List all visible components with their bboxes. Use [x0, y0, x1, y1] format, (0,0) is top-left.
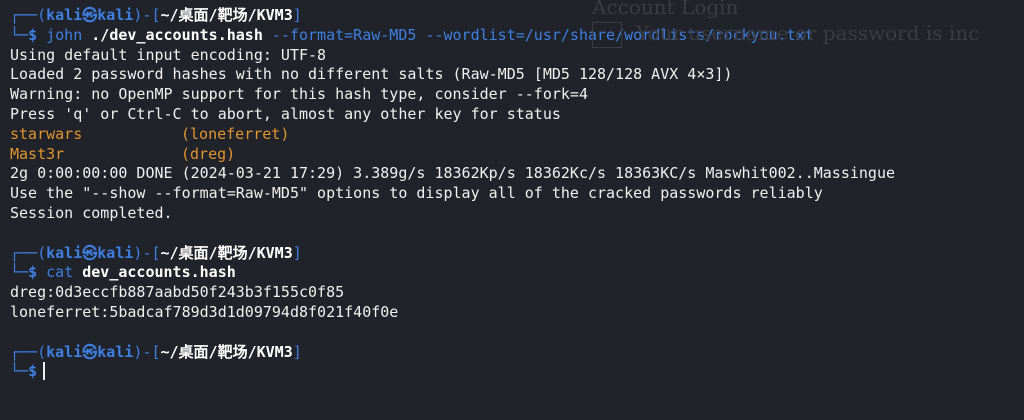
- cracked-password-line: Mast3r (dreg): [10, 145, 1024, 165]
- command-arg: --format=Raw-MD5: [271, 25, 417, 44]
- output-line: 2g 0:00:00:00 DONE (2024-03-21 17:29) 3.…: [10, 164, 896, 183]
- prompt-path: ~/桌面/靶场/KVM3: [160, 243, 293, 262]
- output-line: Press 'q' or Ctrl-C to abort, almost any…: [10, 104, 561, 123]
- output-line: Using default input encoding: UTF-8: [10, 45, 327, 64]
- prompt-corner: └─: [10, 263, 29, 282]
- cracked-username: (loneferret): [181, 124, 290, 143]
- prompt-open: ┌──(: [10, 243, 47, 262]
- command-arg: --wordlist=/usr/share/wordlists/rockyou.…: [425, 25, 814, 44]
- output-line: Loaded 2 password hashes with no differe…: [10, 65, 733, 84]
- prompt-corner: └─: [10, 362, 29, 381]
- prompt-dollar: $: [28, 25, 38, 44]
- cracked-password-line: starwars (loneferret): [10, 125, 1024, 145]
- prompt-path: ~/桌面/靶场/KVM3: [160, 6, 293, 24]
- prompt-dollar: $: [28, 263, 38, 282]
- prompt-mid: )-[: [133, 243, 161, 262]
- prompt-close: ]: [292, 342, 302, 361]
- text-cursor[interactable]: [43, 362, 46, 381]
- command-arg: dev_accounts.hash: [82, 263, 236, 282]
- command-line: └─$: [10, 362, 1024, 382]
- cracked-password: Mast3r: [10, 144, 65, 163]
- prompt-at-symbol: ㉿: [82, 6, 98, 24]
- command-line: └─$ cat dev_accounts.hash: [10, 263, 1024, 283]
- prompt-user: kali: [46, 243, 83, 262]
- output-line: loneferret:5badcaf789d3d1d09794d8f021f40…: [10, 302, 399, 321]
- output-line: Use the "--show --format=Raw-MD5" option…: [10, 184, 823, 203]
- prompt-host: kali: [97, 342, 134, 361]
- cracked-password: starwars: [10, 124, 83, 143]
- prompt-user: kali: [46, 342, 83, 361]
- command-line: └─$ john ./dev_accounts.hash --format=Ra…: [10, 26, 1024, 46]
- command-name: john: [46, 25, 83, 44]
- prompt-user: kali: [46, 6, 83, 24]
- prompt-path: ~/桌面/靶场/KVM3: [160, 342, 293, 361]
- prompt-open: ┌──(: [10, 342, 47, 361]
- prompt-host: kali: [97, 6, 134, 24]
- cracked-username: (dreg): [181, 144, 236, 163]
- prompt-open: ┌──(: [10, 6, 47, 24]
- output-line: dreg:0d3eccfb887aabd50f243b3f155c0f85: [10, 283, 345, 302]
- command-arg: ./dev_accounts.hash: [91, 25, 263, 44]
- prompt-header-line: ┌──(kali㉿kali)-[~/桌面/靶场/KVM3]: [10, 343, 1024, 363]
- output-line: Session completed.: [10, 203, 173, 222]
- output-line: Warning: no OpenMP support for this hash…: [10, 85, 588, 104]
- prompt-close: ]: [292, 6, 302, 24]
- prompt-header-line: ┌──(kali㉿kali)-[~/桌面/靶场/KVM3]: [10, 6, 1024, 26]
- prompt-at-symbol: ㉿: [82, 243, 98, 262]
- terminal-content: ┌──(kali㉿kali)-[~/桌面/靶场/KVM3] └─$ john ./…: [10, 6, 1024, 382]
- command-name: cat: [46, 263, 74, 282]
- prompt-host: kali: [97, 243, 134, 262]
- prompt-close: ]: [292, 243, 302, 262]
- prompt-mid: )-[: [133, 342, 161, 361]
- prompt-mid: )-[: [133, 6, 161, 24]
- prompt-corner: └─: [10, 25, 29, 44]
- prompt-header-line: ┌──(kali㉿kali)-[~/桌面/靶场/KVM3]: [10, 244, 1024, 264]
- prompt-dollar: $: [28, 362, 38, 381]
- terminal-window[interactable]: Account Login Your username or password …: [0, 0, 1024, 420]
- prompt-at-symbol: ㉿: [82, 342, 98, 361]
